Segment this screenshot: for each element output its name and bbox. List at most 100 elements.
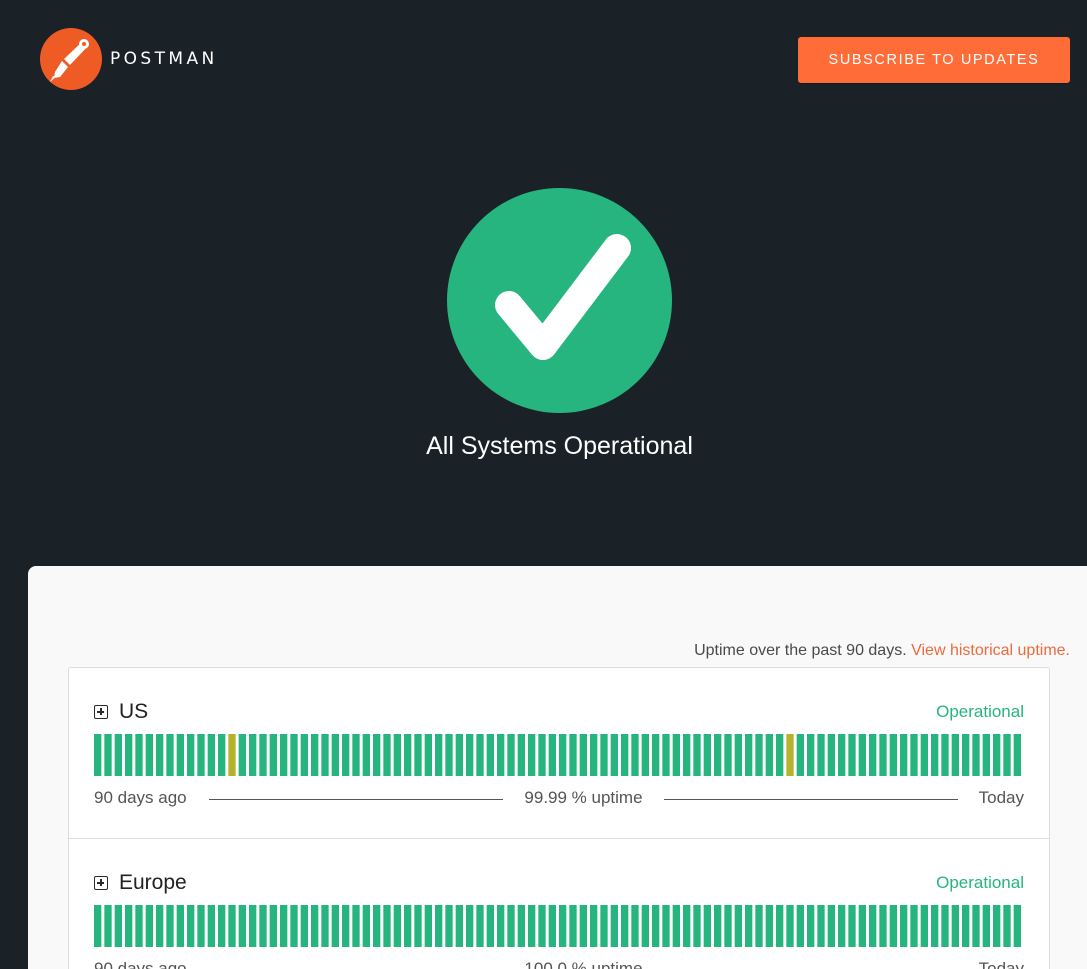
- uptime-day-bar[interactable]: [982, 905, 990, 947]
- uptime-day-bar[interactable]: [838, 734, 846, 776]
- uptime-day-bar[interactable]: [125, 905, 133, 947]
- uptime-day-bar[interactable]: [962, 905, 970, 947]
- uptime-day-bar[interactable]: [920, 905, 928, 947]
- view-historical-uptime-link[interactable]: View historical uptime.: [911, 642, 1070, 659]
- uptime-day-bar[interactable]: [734, 734, 742, 776]
- uptime-day-bar[interactable]: [342, 905, 350, 947]
- uptime-day-bar[interactable]: [424, 905, 432, 947]
- uptime-day-bar[interactable]: [280, 734, 288, 776]
- uptime-day-bar[interactable]: [207, 734, 215, 776]
- uptime-day-bar[interactable]: [765, 905, 773, 947]
- uptime-day-bar[interactable]: [352, 734, 360, 776]
- uptime-day-bar[interactable]: [693, 734, 701, 776]
- uptime-day-bar[interactable]: [455, 905, 463, 947]
- uptime-day-bar[interactable]: [993, 905, 1001, 947]
- uptime-day-bar[interactable]: [238, 734, 246, 776]
- uptime-day-bar[interactable]: [672, 734, 680, 776]
- uptime-day-bar[interactable]: [858, 734, 866, 776]
- uptime-day-bar[interactable]: [776, 905, 784, 947]
- uptime-day-bar[interactable]: [435, 905, 443, 947]
- uptime-day-bar[interactable]: [238, 905, 246, 947]
- uptime-day-bar[interactable]: [631, 734, 639, 776]
- uptime-day-bar[interactable]: [497, 734, 505, 776]
- uptime-day-bar[interactable]: [641, 734, 649, 776]
- uptime-day-bar[interactable]: [197, 905, 205, 947]
- uptime-day-bar[interactable]: [404, 734, 412, 776]
- uptime-day-bar[interactable]: [1013, 905, 1021, 947]
- uptime-day-bar[interactable]: [817, 905, 825, 947]
- uptime-day-bar[interactable]: [228, 905, 236, 947]
- uptime-day-bar[interactable]: [486, 734, 494, 776]
- uptime-day-bar[interactable]: [383, 734, 391, 776]
- uptime-day-bar[interactable]: [466, 905, 474, 947]
- uptime-day-bar[interactable]: [507, 905, 515, 947]
- uptime-day-bar[interactable]: [600, 734, 608, 776]
- uptime-day-bar[interactable]: [982, 734, 990, 776]
- uptime-day-bar[interactable]: [703, 905, 711, 947]
- uptime-day-bar[interactable]: [652, 734, 660, 776]
- uptime-day-bar[interactable]: [507, 734, 515, 776]
- uptime-day-bar[interactable]: [745, 734, 753, 776]
- uptime-day-bar[interactable]: [352, 905, 360, 947]
- uptime-day-bar[interactable]: [848, 905, 856, 947]
- uptime-day-bar-degraded[interactable]: [228, 734, 236, 776]
- uptime-day-bar[interactable]: [218, 905, 226, 947]
- uptime-day-bar[interactable]: [166, 734, 174, 776]
- uptime-day-bar[interactable]: [218, 734, 226, 776]
- uptime-day-bar[interactable]: [393, 905, 401, 947]
- uptime-day-bar[interactable]: [290, 734, 298, 776]
- uptime-day-bar[interactable]: [931, 905, 939, 947]
- uptime-day-bar[interactable]: [569, 734, 577, 776]
- uptime-day-bar[interactable]: [858, 905, 866, 947]
- uptime-day-bar[interactable]: [734, 905, 742, 947]
- uptime-day-bar[interactable]: [94, 734, 102, 776]
- expand-plus-icon[interactable]: [94, 876, 108, 890]
- uptime-day-bar[interactable]: [672, 905, 680, 947]
- uptime-day-bar[interactable]: [187, 905, 195, 947]
- uptime-day-bar[interactable]: [693, 905, 701, 947]
- uptime-day-bar[interactable]: [393, 734, 401, 776]
- uptime-day-bar[interactable]: [135, 905, 143, 947]
- uptime-day-bar[interactable]: [610, 905, 618, 947]
- component-header[interactable]: US: [94, 700, 148, 724]
- uptime-day-bar[interactable]: [920, 734, 928, 776]
- uptime-day-bar[interactable]: [559, 905, 567, 947]
- uptime-day-bar[interactable]: [259, 734, 267, 776]
- uptime-day-bar[interactable]: [114, 905, 122, 947]
- uptime-day-bar[interactable]: [1013, 734, 1021, 776]
- uptime-day-bar[interactable]: [683, 905, 691, 947]
- uptime-day-bar[interactable]: [755, 905, 763, 947]
- uptime-day-bar[interactable]: [445, 905, 453, 947]
- uptime-day-bar[interactable]: [311, 734, 319, 776]
- uptime-day-bar[interactable]: [714, 734, 722, 776]
- uptime-day-bar[interactable]: [269, 734, 277, 776]
- uptime-day-bar[interactable]: [94, 905, 102, 947]
- uptime-day-bar[interactable]: [631, 905, 639, 947]
- uptime-day-bar[interactable]: [104, 905, 112, 947]
- uptime-day-bar[interactable]: [662, 734, 670, 776]
- uptime-day-bar[interactable]: [703, 734, 711, 776]
- uptime-day-bar[interactable]: [796, 734, 804, 776]
- uptime-day-bar[interactable]: [683, 734, 691, 776]
- uptime-day-bar[interactable]: [765, 734, 773, 776]
- uptime-day-bar[interactable]: [476, 905, 484, 947]
- uptime-day-bar[interactable]: [114, 734, 122, 776]
- uptime-day-bar[interactable]: [724, 734, 732, 776]
- uptime-day-bar[interactable]: [445, 734, 453, 776]
- uptime-day-bar[interactable]: [951, 734, 959, 776]
- uptime-day-bar[interactable]: [176, 905, 184, 947]
- uptime-day-bar[interactable]: [848, 734, 856, 776]
- uptime-day-bar[interactable]: [249, 734, 257, 776]
- uptime-day-bar[interactable]: [714, 905, 722, 947]
- uptime-day-bar[interactable]: [579, 905, 587, 947]
- uptime-day-bar[interactable]: [931, 734, 939, 776]
- uptime-day-bar[interactable]: [269, 905, 277, 947]
- uptime-day-bar[interactable]: [879, 734, 887, 776]
- uptime-day-bar[interactable]: [373, 734, 381, 776]
- uptime-day-bar[interactable]: [641, 905, 649, 947]
- expand-plus-icon[interactable]: [94, 705, 108, 719]
- uptime-day-bar[interactable]: [910, 734, 918, 776]
- uptime-day-bar[interactable]: [590, 905, 598, 947]
- uptime-day-bar[interactable]: [900, 905, 908, 947]
- uptime-day-bar[interactable]: [383, 905, 391, 947]
